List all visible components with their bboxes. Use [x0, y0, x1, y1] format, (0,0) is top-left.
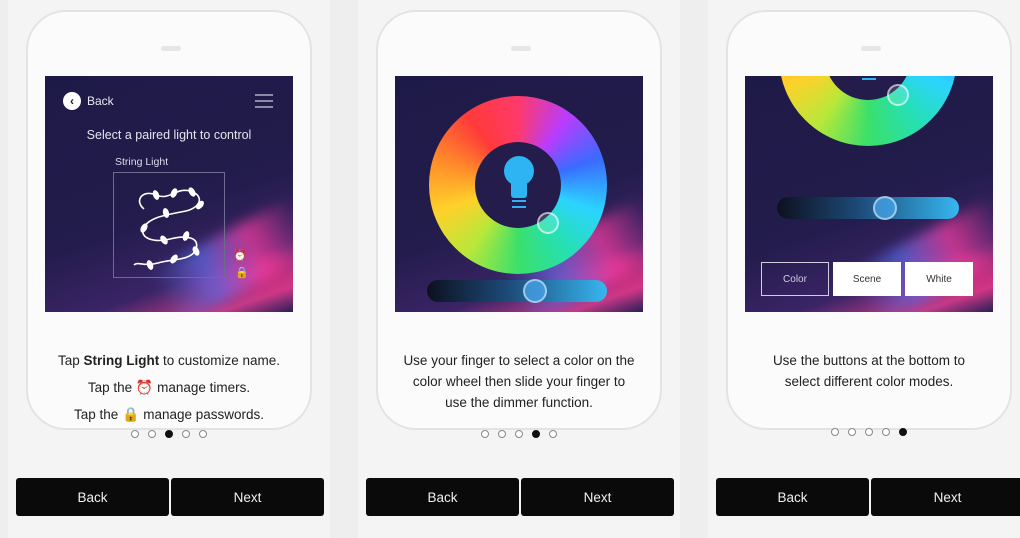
- desc-line-2: color wheel then slide your finger to: [412, 374, 626, 389]
- phone-speaker: [161, 46, 181, 51]
- tutorial-panel-2: Use your finger to select a color on the…: [358, 0, 680, 538]
- desc-line-1: Use the buttons at the bottom to: [772, 353, 966, 368]
- desc-text: Tap the: [87, 380, 136, 395]
- tutorial-panel-3: Color Scene White Use the buttons at the…: [708, 0, 1020, 538]
- string-light-icon: [133, 187, 204, 270]
- back-button[interactable]: Back: [716, 478, 869, 516]
- page-dots: [8, 430, 330, 438]
- page-dot[interactable]: [882, 428, 890, 436]
- phone-speaker: [861, 46, 881, 51]
- color-wheel[interactable]: [429, 96, 607, 274]
- back-button[interactable]: Back: [16, 478, 169, 516]
- page-dot[interactable]: [549, 430, 557, 438]
- tutorial-panel-1: ‹ Back Select a paired light to control …: [8, 0, 330, 538]
- page-dot[interactable]: [498, 430, 506, 438]
- back-arrow-icon: ‹: [63, 92, 81, 110]
- desc-text: Tap the: [73, 407, 123, 422]
- mode-color-button[interactable]: Color: [761, 262, 829, 296]
- page-dot[interactable]: [515, 430, 523, 438]
- desc-text: Tap: [57, 353, 84, 368]
- back-button[interactable]: Back: [366, 478, 519, 516]
- color-wheel-handle[interactable]: [537, 212, 559, 234]
- tutorial-stage: ‹ Back Select a paired light to control …: [0, 0, 1020, 538]
- app-screen: Color Scene White: [745, 76, 993, 312]
- hamburger-menu-icon[interactable]: [255, 94, 273, 108]
- page-dot[interactable]: [848, 428, 856, 436]
- desc-text: manage timers.: [153, 380, 251, 395]
- next-button[interactable]: Next: [871, 478, 1020, 516]
- page-dot[interactable]: [481, 430, 489, 438]
- next-button[interactable]: Next: [521, 478, 674, 516]
- desc-line-3: use the dimmer function.: [445, 395, 593, 410]
- dimmer-slider[interactable]: [427, 279, 607, 303]
- page-dot[interactable]: [165, 430, 173, 438]
- tutorial-description: Use the buttons at the bottom to select …: [708, 350, 1020, 392]
- light-bulb-icon: [504, 156, 534, 212]
- page-dot[interactable]: [182, 430, 190, 438]
- lock-icon: 🔒: [122, 406, 140, 422]
- tutorial-description: Use your finger to select a color on the…: [358, 350, 680, 413]
- page-dot[interactable]: [199, 430, 207, 438]
- back-link[interactable]: ‹ Back: [63, 92, 114, 110]
- desc-line-1: Tap String Light to customize name.: [8, 348, 330, 374]
- phone-speaker: [511, 46, 531, 51]
- page-dots: [708, 428, 1020, 436]
- page-dot[interactable]: [865, 428, 873, 436]
- app-screen: ‹ Back Select a paired light to control …: [45, 76, 293, 312]
- mode-white-button[interactable]: White: [905, 262, 973, 296]
- page-dot[interactable]: [131, 430, 139, 438]
- app-screen: [395, 76, 643, 312]
- page-dot[interactable]: [148, 430, 156, 438]
- desc-text: manage passwords.: [139, 407, 265, 422]
- alarm-clock-icon[interactable]: ⏰: [233, 249, 247, 262]
- desc-bold-name: String Light: [83, 353, 160, 368]
- page-dot[interactable]: [831, 428, 839, 436]
- light-bulb-icon: [854, 76, 884, 84]
- color-wheel-handle[interactable]: [887, 84, 909, 106]
- color-mode-buttons: Color Scene White: [761, 262, 973, 296]
- dimmer-slider-handle[interactable]: [523, 279, 547, 303]
- desc-line-2: select different color modes.: [784, 374, 954, 389]
- nav-bar: Back Next: [366, 478, 674, 516]
- string-light-tile[interactable]: [113, 172, 225, 278]
- nav-bar: Back Next: [16, 478, 324, 516]
- dimmer-slider[interactable]: [777, 196, 959, 220]
- tutorial-description: Tap String Light to customize name. Tap …: [8, 348, 330, 428]
- desc-line-2: Tap the ⏰ manage timers.: [8, 374, 330, 401]
- mode-scene-button[interactable]: Scene: [833, 262, 901, 296]
- light-name-label[interactable]: String Light: [115, 156, 168, 168]
- back-label: Back: [87, 94, 114, 108]
- page-dot[interactable]: [532, 430, 540, 438]
- nav-bar: Back Next: [716, 478, 1020, 516]
- desc-text: to customize name.: [159, 353, 281, 368]
- color-wheel[interactable]: [779, 76, 957, 146]
- dimmer-slider-handle[interactable]: [873, 196, 897, 220]
- alarm-clock-icon: ⏰: [135, 379, 154, 395]
- desc-line-3: Tap the 🔒 manage passwords.: [8, 401, 330, 428]
- desc-line-1: Use your finger to select a color on the: [403, 353, 635, 368]
- page-dots: [358, 430, 680, 438]
- page-dot[interactable]: [899, 428, 907, 436]
- lock-icon[interactable]: 🔒: [235, 266, 249, 279]
- next-button[interactable]: Next: [171, 478, 324, 516]
- screen-title: Select a paired light to control: [86, 128, 252, 142]
